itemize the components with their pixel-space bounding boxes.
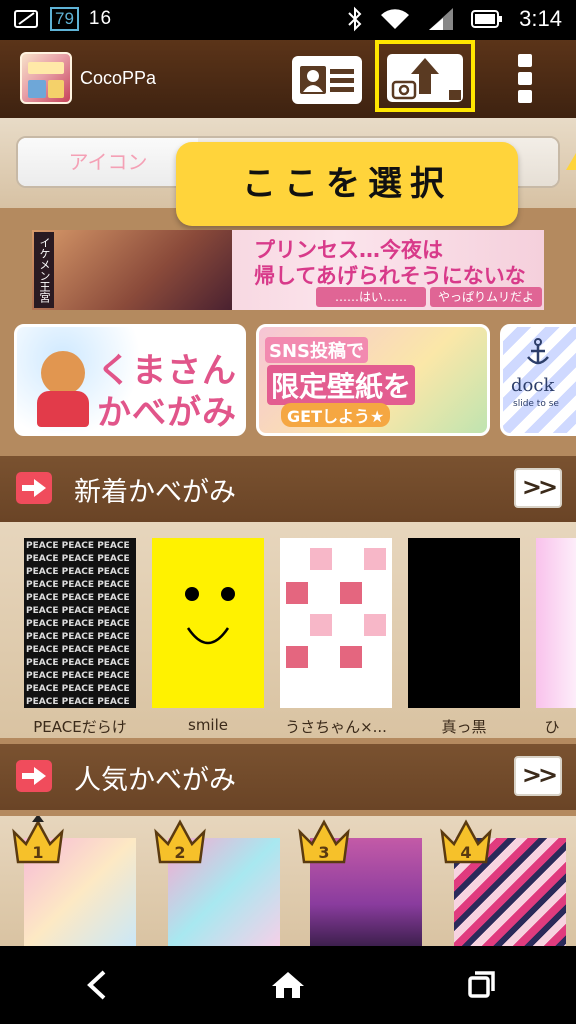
wallpaper-thumb[interactable]	[280, 538, 392, 708]
rank-label: 3	[318, 843, 329, 862]
promo-bear-line2: かべがみ	[97, 393, 237, 433]
notification-icon	[14, 10, 38, 28]
profile-button[interactable]	[292, 56, 362, 104]
home-icon[interactable]	[258, 964, 318, 1006]
upload-highlight-frame	[375, 40, 475, 112]
back-icon[interactable]	[66, 964, 126, 1006]
smiley-face-icon	[185, 587, 235, 645]
clock: 3:14	[519, 6, 562, 31]
battery-icon	[471, 10, 503, 28]
new-wallpapers-more-button[interactable]: >>	[514, 468, 562, 508]
banner-choice-2[interactable]: やっぱりムリだよ	[430, 287, 542, 307]
popular-wallpapers-title: 人気かべがみ	[74, 765, 236, 796]
status-bar: 79 16 3:14	[0, 0, 576, 40]
wallpaper-label: smile	[188, 716, 228, 734]
app-title: CocoPPa	[80, 68, 157, 88]
wallpaper-thumb[interactable]: PEACE PEACE PEACE PEACE PEACE PEACE PEAC…	[24, 538, 136, 708]
new-wallpapers-header: 新着かべがみ >>	[0, 456, 576, 522]
bear-icon	[41, 351, 85, 395]
crown-icon: 4	[440, 819, 492, 864]
new-wallpapers-list: PEACE PEACE PEACE PEACE PEACE PEACE PEAC…	[0, 522, 576, 738]
promo-sns-line2: 限定壁紙を	[267, 365, 416, 405]
bunny-pattern	[286, 548, 386, 668]
tooltip: ここを選択	[176, 136, 576, 226]
promo-dock-sub: slide to se	[513, 399, 559, 409]
notification-count: 16	[88, 8, 113, 29]
wallpaper-label: 真っ黒	[441, 718, 487, 736]
main-content: アイコン ここを選択 イケメン王宮 プリンセス…今夜は 帰してあげられそうにない…	[0, 118, 576, 946]
banner-choice-1[interactable]: ……はい……	[316, 287, 426, 307]
new-wallpapers-title: 新着かべがみ	[74, 477, 236, 508]
upload-button[interactable]	[387, 54, 463, 102]
overflow-menu-button[interactable]	[518, 54, 534, 106]
system-nav-bar	[0, 946, 576, 1024]
app-logo[interactable]	[20, 52, 72, 104]
tooltip-text: ここを選択	[242, 164, 452, 204]
promo-sns-campaign[interactable]: SNS投稿で 限定壁紙を GETしよう★	[256, 324, 490, 436]
popular-wallpapers-header: 人気かべがみ >>	[0, 744, 576, 810]
rank-label: 1	[32, 843, 43, 862]
arrow-right-icon	[16, 760, 52, 792]
wallpaper-thumb[interactable]	[152, 538, 264, 708]
banner-line2: 帰してあげられそうにないな	[254, 264, 526, 288]
wallpaper-label: うさちゃん×...	[285, 718, 387, 736]
arrow-right-icon	[16, 472, 52, 504]
app-bar: CocoPPa	[0, 40, 576, 118]
rank-label: 4	[460, 843, 471, 862]
recent-apps-icon[interactable]	[450, 964, 510, 1006]
banner-side-label: イケメン王宮	[34, 232, 54, 308]
crown-icon: 3	[298, 819, 350, 864]
wallpaper-label: ひ	[544, 718, 560, 736]
promo-bear-wallpaper[interactable]: くまさん かべがみ	[14, 324, 246, 436]
rank-label: 2	[174, 843, 185, 862]
popular-wallpapers-more-button[interactable]: >>	[514, 756, 562, 796]
tooltip-arrow	[566, 136, 576, 170]
wifi-icon	[381, 9, 410, 29]
id-card-icon	[300, 66, 354, 94]
popular-wallpapers-list: 1 2 3 4	[0, 816, 576, 946]
promo-sns-line3: GETしよう★	[281, 403, 391, 427]
battery-percent: 79	[50, 7, 79, 31]
tab-icon[interactable]: アイコン	[18, 138, 198, 186]
bluetooth-icon	[348, 6, 362, 32]
signal-icon	[429, 8, 454, 30]
crown-icon: 2	[154, 819, 206, 864]
promo-dock[interactable]: dock slide to se	[500, 324, 576, 436]
banner-character-image	[32, 230, 232, 310]
promo-dock-title: dock	[511, 375, 555, 396]
wallpaper-thumb[interactable]	[408, 538, 520, 708]
wallpaper-label: PEACEだらけ	[33, 718, 127, 736]
promo-row: くまさん かべがみ SNS投稿で 限定壁紙を GETしよう★ dock slid…	[0, 320, 576, 438]
upload-icon	[391, 58, 461, 100]
anchor-icon	[527, 338, 549, 365]
crown-icon: 1	[12, 816, 64, 864]
wallpaper-thumb[interactable]	[536, 538, 576, 708]
ad-banner[interactable]: イケメン王宮 プリンセス…今夜は 帰してあげられそうにないな ……はい…… やっ…	[32, 230, 544, 310]
promo-sns-line1: SNS投稿で	[265, 337, 368, 363]
